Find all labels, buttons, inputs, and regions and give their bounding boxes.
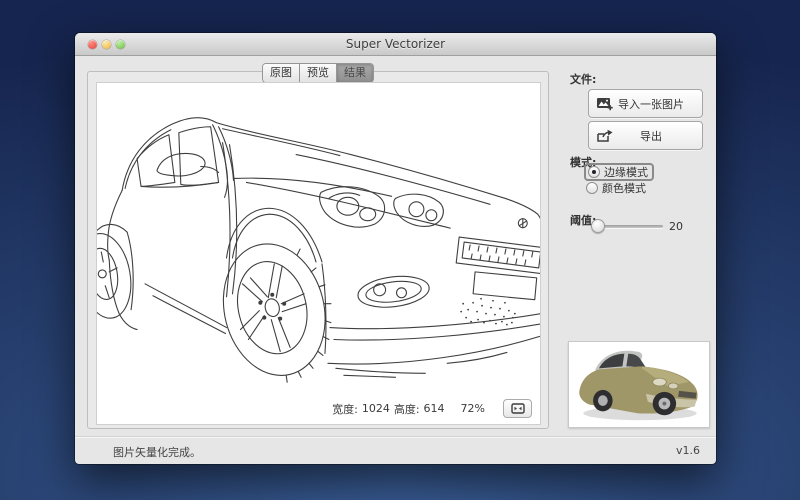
status-message: 图片矢量化完成。: [113, 444, 201, 460]
tab-original[interactable]: 原图: [263, 64, 300, 82]
height-label: 高度:: [394, 401, 420, 417]
app-window: Super Vectorizer 原图 预览 结果: [75, 33, 716, 464]
width-label: 宽度:: [332, 401, 358, 417]
radio-edge-mode[interactable]: 边缘模式: [584, 163, 654, 181]
file-section-label: 文件:: [570, 71, 596, 87]
color-mode-label: 颜色模式: [602, 180, 646, 196]
desktop: Super Vectorizer 原图 预览 结果: [0, 0, 800, 500]
segmented-control: 原图 预览 结果: [262, 63, 374, 83]
export-button-label: 导出: [614, 128, 688, 144]
original-car-photo: [569, 342, 709, 427]
export-arrow-icon: [596, 129, 614, 143]
tab-preview[interactable]: 预览: [300, 64, 337, 82]
threshold-slider-knob[interactable]: [591, 219, 605, 233]
radio-off-icon: [586, 182, 598, 194]
fit-to-window-button[interactable]: [503, 399, 532, 418]
fit-to-window-icon: [511, 403, 525, 414]
dimension-info: 宽度: 1024 高度: 614 72%: [332, 399, 532, 418]
tab-view: 原图 预览 结果: [87, 71, 549, 429]
version-label: v1.6: [676, 444, 700, 457]
zoom-percent: 72%: [461, 402, 485, 415]
tab-result[interactable]: 结果: [337, 64, 373, 82]
window-title: Super Vectorizer: [75, 33, 716, 55]
titlebar[interactable]: Super Vectorizer: [75, 33, 716, 56]
status-bar: 图片矢量化完成。 v1.6: [75, 436, 716, 464]
radio-color-mode[interactable]: 颜色模式: [586, 181, 646, 195]
original-image-thumbnail: [568, 341, 710, 428]
height-value: 614: [424, 402, 445, 415]
import-button-label: 导入一张图片: [614, 96, 688, 112]
image-plus-icon: [596, 97, 614, 111]
result-canvas: 宽度: 1024 高度: 614 72%: [96, 82, 541, 425]
import-image-button[interactable]: 导入一张图片: [588, 89, 703, 118]
vectorized-car-image: [97, 83, 540, 424]
width-value: 1024: [362, 402, 390, 415]
threshold-value: 20: [669, 220, 683, 233]
radio-on-icon: [588, 166, 600, 178]
export-button[interactable]: 导出: [588, 121, 703, 150]
edge-mode-label: 边缘模式: [604, 164, 648, 180]
